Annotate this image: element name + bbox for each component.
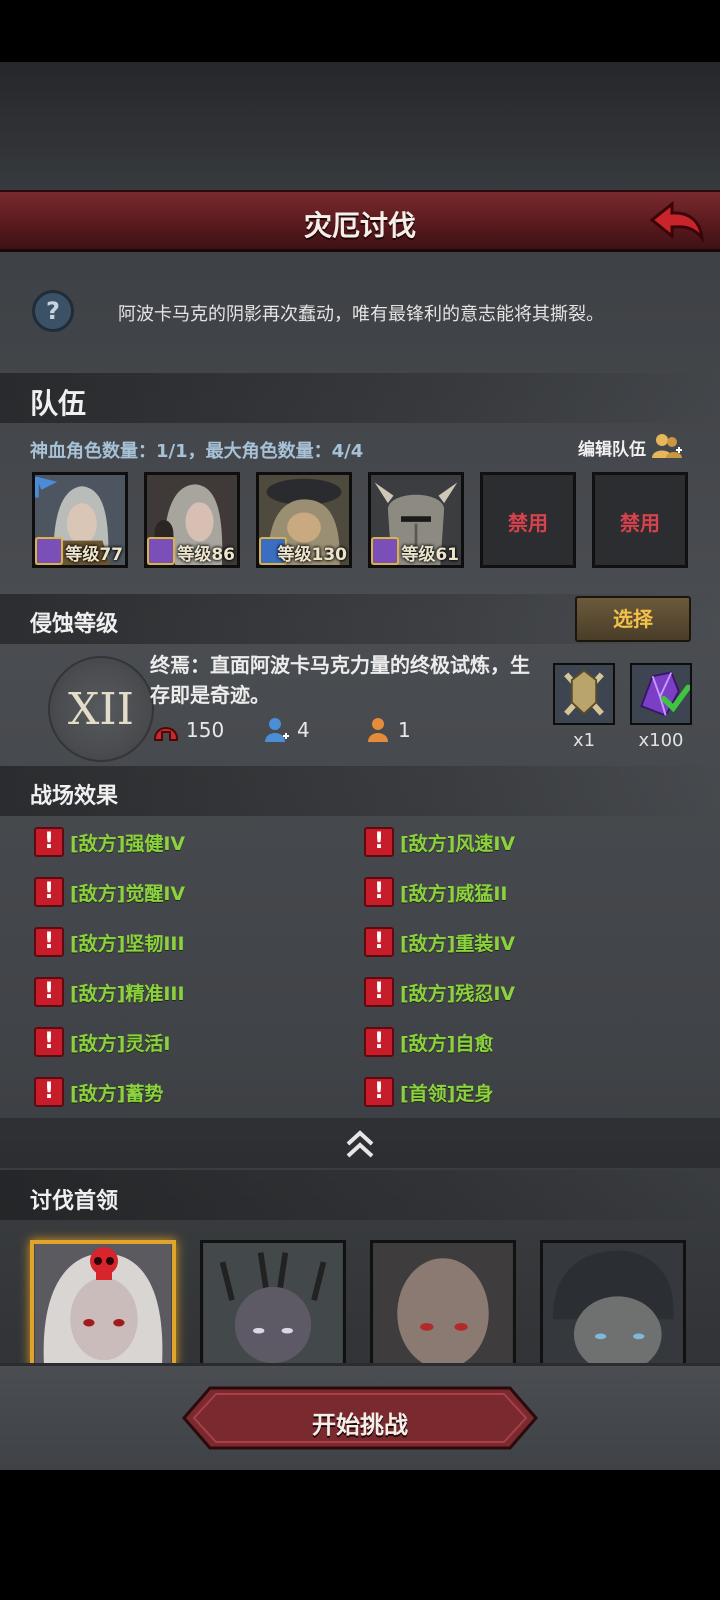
stat-other-value: 1 xyxy=(398,718,411,742)
slot-disabled-label: 禁用 xyxy=(620,511,660,535)
boss-portrait-3[interactable] xyxy=(370,1240,516,1368)
effect-item[interactable]: ! [敌方]精准III xyxy=(34,977,185,1007)
effect-item[interactable]: ! [敌方]强健IV xyxy=(34,827,185,857)
warning-icon: ! xyxy=(34,927,64,957)
effect-label: [敌方]重装IV xyxy=(400,932,516,955)
hero-level: 等级77 xyxy=(65,545,123,565)
warning-icon: ! xyxy=(34,1027,64,1057)
warning-icon: ! xyxy=(364,927,394,957)
stat-helmet: 150 xyxy=(152,716,224,744)
stat-other: 1 xyxy=(364,716,411,744)
warning-icon: ! xyxy=(34,827,64,857)
corruption-description: 终焉：直面阿波卡马克力量的终极试炼，生存即是奇迹。 xyxy=(150,653,530,707)
hero-level: 等级130 xyxy=(277,545,348,565)
effect-item[interactable]: ! [敌方]自愈 xyxy=(364,1027,493,1057)
select-button[interactable]: 选择 xyxy=(575,596,691,642)
effect-item[interactable]: ! [首领]定身 xyxy=(364,1077,493,1107)
stat-helmet-value: 150 xyxy=(186,718,225,742)
effect-item[interactable]: ! [敌方]残忍IV xyxy=(364,977,515,1007)
class-badge-icon xyxy=(371,537,399,565)
team-slot-1[interactable]: 等级77 xyxy=(32,472,128,568)
effect-item[interactable]: ! [敌方]坚韧III xyxy=(34,927,185,957)
effect-label: [敌方]坚韧III xyxy=(70,932,185,955)
team-slot-4[interactable]: 等级61 xyxy=(368,472,464,568)
corruption-level-numeral: XII xyxy=(67,684,135,735)
start-challenge-label: 开始挑战 xyxy=(312,1411,408,1439)
warning-icon: ! xyxy=(364,977,394,1007)
effect-item[interactable]: ! [敌方]蓄势 xyxy=(34,1077,163,1107)
class-badge-icon xyxy=(35,537,63,565)
crossed-axes-emblem-icon[interactable] xyxy=(553,663,615,725)
team-section-bar xyxy=(0,373,720,423)
effect-item[interactable]: ! [敌方]风速IV xyxy=(364,827,515,857)
effect-label: [敌方]威猛II xyxy=(400,882,508,905)
team-slot-6: 禁用 xyxy=(592,472,688,568)
event-description: 阿波卡马克的阴影再次蠢动，唯有最锋利的意志能将其撕裂。 xyxy=(118,304,604,325)
class-badge-icon xyxy=(147,537,175,565)
reward-count: x1 xyxy=(572,730,596,751)
page-title: 灾厄讨伐 xyxy=(303,209,416,242)
navigation-area xyxy=(0,1470,720,1600)
effect-label: [敌方]觉醒IV xyxy=(70,882,186,905)
hero-level: 等级61 xyxy=(401,545,459,565)
status-bar xyxy=(0,0,720,62)
blue-person-icon xyxy=(265,718,289,742)
battlefield-title: 战场效果 xyxy=(30,784,119,809)
effect-label: [敌方]强健IV xyxy=(70,832,186,855)
skull-icon xyxy=(90,1247,118,1280)
title-bar: 灾厄讨伐 xyxy=(0,190,720,252)
stat-team-size-value: 4 xyxy=(297,718,310,742)
red-helmet-icon xyxy=(153,727,179,741)
edit-team-label: 编辑队伍 xyxy=(578,439,646,460)
warning-icon: ! xyxy=(364,1027,394,1057)
effect-item[interactable]: ! [敌方]觉醒IV xyxy=(34,877,185,907)
team-slot-3[interactable]: 等级130 xyxy=(256,472,352,568)
hero-level: 等级86 xyxy=(177,545,235,565)
reward-count: x100 xyxy=(638,730,684,751)
bosses-title: 讨伐首领 xyxy=(30,1189,119,1214)
effect-item[interactable]: ! [敌方]威猛II xyxy=(364,877,508,907)
effect-item[interactable]: ! [敌方]灵活I xyxy=(34,1027,170,1057)
edit-team-button[interactable]: 编辑队伍 xyxy=(578,430,684,464)
warning-icon: ! xyxy=(364,1077,394,1107)
help-icon[interactable]: ? xyxy=(32,290,74,332)
boss-portrait-4[interactable] xyxy=(540,1240,686,1368)
team-members-icon xyxy=(652,434,682,458)
warning-icon: ! xyxy=(364,877,394,907)
back-arrow-icon[interactable] xyxy=(648,198,706,244)
effect-label: [敌方]精准III xyxy=(70,982,185,1005)
corruption-level-emblem: XII xyxy=(48,656,154,762)
corruption-title: 侵蚀等级 xyxy=(30,612,119,637)
purple-crystal-icon[interactable] xyxy=(630,663,692,725)
slot-disabled-label: 禁用 xyxy=(508,511,548,535)
orange-person-icon xyxy=(368,718,388,742)
warning-icon: ! xyxy=(34,877,64,907)
warning-icon: ! xyxy=(34,1077,64,1107)
team-slot-5: 禁用 xyxy=(480,472,576,568)
effect-label: [首领]定身 xyxy=(400,1082,494,1105)
team-title: 队伍 xyxy=(30,387,87,420)
effect-label: [敌方]灵活I xyxy=(70,1032,171,1055)
warning-icon: ! xyxy=(34,977,64,1007)
chevron-up-icon[interactable] xyxy=(340,1124,380,1164)
stat-team-size: 4 xyxy=(263,716,310,744)
effect-item[interactable]: ! [敌方]重装IV xyxy=(364,927,515,957)
effect-label: [敌方]残忍IV xyxy=(400,982,516,1005)
effect-label: [敌方]风速IV xyxy=(400,832,516,855)
warning-icon: ! xyxy=(364,827,394,857)
effect-label: [敌方]蓄势 xyxy=(70,1082,164,1105)
effect-label: [敌方]自愈 xyxy=(400,1032,494,1055)
boss-portrait-2[interactable] xyxy=(200,1240,346,1368)
team-count: 神血角色数量：1/1，最大角色数量：4/4 xyxy=(30,441,364,462)
team-slot-2[interactable]: 等级86 xyxy=(144,472,240,568)
